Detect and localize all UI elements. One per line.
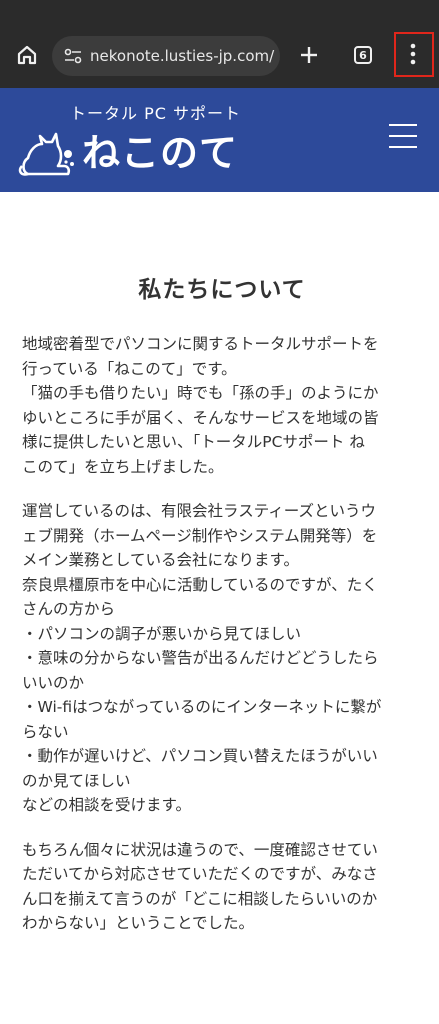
tab-count: 6 <box>354 46 372 64</box>
paragraph-intro: 地域密着型でパソコンに関するトータルサポートを 行っている「ねこのて」です。 「… <box>22 332 422 479</box>
cat-logo-icon <box>18 132 74 176</box>
browser-toolbar: nekonote.lusties-jp.com/ 6 <box>0 0 439 88</box>
text-line: 奈良県橿原市を中心に活動しているのですが、たく <box>22 575 378 594</box>
plus-icon <box>301 47 317 63</box>
url-text[interactable]: nekonote.lusties-jp.com/ <box>90 47 274 65</box>
hamburger-icon-line <box>389 146 417 148</box>
text-line: 「猫の手も借りたい」時でも「孫の手」のようにか <box>22 384 379 402</box>
text-line: ェブ開発（ホームページ制作やシステム開発等）を <box>22 526 378 545</box>
home-button[interactable] <box>10 38 44 72</box>
text-line: 運営しているのは、有限会社ラスティーズというウ <box>22 502 377 520</box>
text-line: ・パソコンの調子が悪いから見てほしい <box>22 624 302 643</box>
text-line: メイン業務としている会社になります。 <box>22 551 299 569</box>
text-line: ・Wi-fiはつながっているのにインターネットに繋が <box>22 698 382 716</box>
new-tab-button[interactable] <box>292 38 326 72</box>
text-line: ん口を揃えて言うのが「どこに相談したらいいのか <box>22 889 378 908</box>
text-line: わからない」ということでした。 <box>22 914 255 932</box>
text-line: などの相談を受けます。 <box>22 796 191 814</box>
paragraph-reason: もちろん個々に状況は違うので、一度確認させてい ただいてから対応させていただくの… <box>22 838 422 936</box>
site-menu-button[interactable] <box>386 124 420 154</box>
text-line: いいのか <box>22 673 85 692</box>
text-line: 様に提供したいと思い、「トータルPCサポート ね <box>22 433 365 451</box>
logo-wordmark: ねこのて <box>82 131 239 175</box>
tab-switcher-button[interactable]: 6 <box>346 38 380 72</box>
hamburger-icon-line <box>389 124 417 126</box>
text-line: ゆいところに手が届く、そんなサービスを地域の皆 <box>22 408 379 427</box>
text-line: のか見てほしい <box>22 771 131 790</box>
page-title: 私たちについて <box>138 277 306 303</box>
home-icon <box>17 45 37 65</box>
text-line: ただいてから対応させていただくのですが、みなさ <box>22 865 378 883</box>
text-line: さんの方から <box>22 600 116 618</box>
address-bar[interactable]: nekonote.lusties-jp.com/ <box>52 36 280 76</box>
text-line: 地域密着型でパソコンに関するトータルサポートを <box>22 335 379 353</box>
site-settings-icon[interactable] <box>62 46 84 66</box>
paragraph-company: 運営しているのは、有限会社ラスティーズというウ ェブ開発（ホームページ制作やシス… <box>22 499 422 818</box>
text-line: このて」を立ち上げました。 <box>22 457 224 476</box>
logo-tagline: トータル PC サポート <box>70 104 241 123</box>
text-line: もちろん個々に状況は違うので、一度確認させてい <box>22 840 378 859</box>
main-content: 私たちについて 地域密着型でパソコンに関するトータルサポートを 行っている「ねこ… <box>22 270 422 956</box>
hamburger-icon-line <box>389 135 417 137</box>
text-line: ・動作が遅いけど、パソコン買い替えたほうがいい <box>22 747 378 765</box>
site-header: トータル PC サポート ねこのて <box>0 88 439 192</box>
menu-highlight-box <box>394 32 434 77</box>
text-line: ・意味の分からない警告が出るんだけどどうしたら <box>22 649 379 667</box>
site-logo[interactable]: トータル PC サポート ねこのて <box>18 98 258 182</box>
text-line: らない <box>22 722 69 741</box>
text-line: 行っている「ねこのて」です。 <box>22 359 237 378</box>
